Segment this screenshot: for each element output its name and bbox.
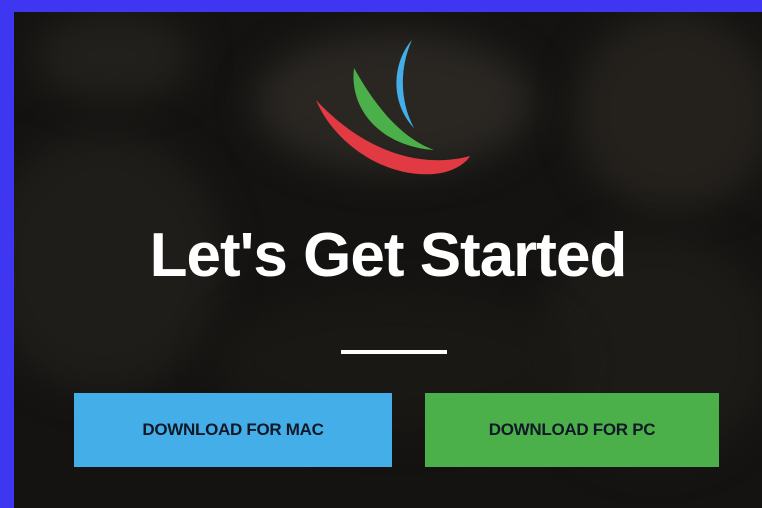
hero-panel: Let's Get Started DOWNLOAD FOR MAC DOWNL… [14, 12, 762, 508]
page-title: Let's Get Started [149, 221, 628, 290]
title-divider [341, 350, 447, 354]
background-blur [34, 12, 194, 102]
sail-logo-icon [316, 40, 470, 175]
download-mac-button[interactable]: DOWNLOAD FOR MAC [74, 393, 392, 467]
background-blur [574, 12, 762, 212]
download-pc-button[interactable]: DOWNLOAD FOR PC [425, 393, 719, 467]
